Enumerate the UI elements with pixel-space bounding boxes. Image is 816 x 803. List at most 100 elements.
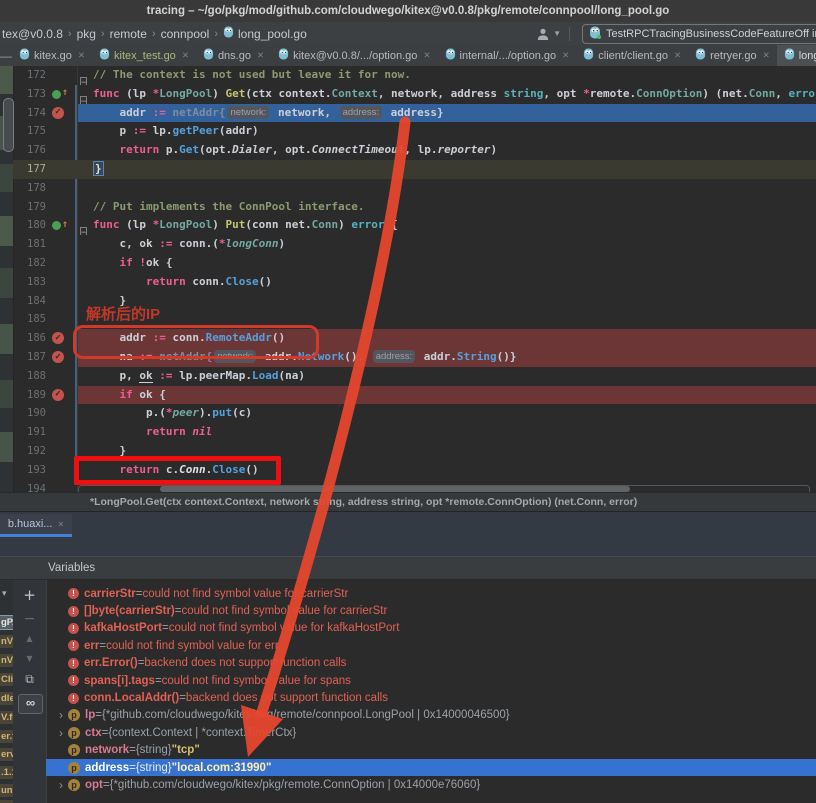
variable-row-err-error-[interactable]: !err.Error() = backend does not support … (46, 655, 816, 672)
frame-item[interactable]: V.fu (0, 711, 14, 724)
line-number[interactable]: 173 (13, 85, 46, 104)
line-number[interactable]: 188 (13, 367, 46, 386)
line-number[interactable]: 175 (13, 122, 46, 141)
frame-item[interactable]: dlel (0, 692, 14, 705)
close-icon[interactable]: ✕ (562, 50, 569, 61)
variable-row-err[interactable]: !err = could not find symbol value for e… (46, 637, 816, 654)
variable-row-conn-localaddr-[interactable]: !conn.LocalAddr() = backend does not sup… (46, 689, 816, 706)
watch-glasses-icon[interactable]: ∞ (18, 694, 43, 714)
line-number[interactable]: 186 (13, 329, 46, 348)
frame-item[interactable]: nV (0, 635, 14, 648)
variable-row-address[interactable]: paddress = {string} "local.com:31990" (46, 759, 816, 776)
close-icon[interactable]: ✕ (423, 50, 430, 61)
breadcrumb-item[interactable]: connpool (161, 27, 210, 41)
breakpoint-icon[interactable]: ✓ (52, 389, 64, 401)
line-number[interactable]: 176 (13, 141, 46, 160)
line-number[interactable]: 191 (13, 423, 46, 442)
breadcrumb-item[interactable]: remote (110, 27, 147, 41)
editor-tab-client-client-go[interactable]: client/client.go✕ (576, 45, 688, 66)
line-number[interactable]: 187 (13, 348, 46, 367)
expand-chevron-icon[interactable]: › (54, 726, 68, 740)
variable-row-lp[interactable]: ›plp = {*github.com/cloudwego/kitex/pkg/… (46, 707, 816, 724)
close-icon[interactable]: ✕ (78, 50, 85, 61)
code-line[interactable]: 182 if !ok { (0, 254, 816, 273)
breakpoint-icon[interactable]: ✓ (52, 107, 64, 119)
code-line[interactable]: 173↑−func (lp *LongPool) Get(ctx context… (0, 85, 816, 104)
variable-row-ctx[interactable]: ›pctx = {context.Context | *context.Time… (46, 724, 816, 741)
fold-collapse-icon[interactable]: − (80, 221, 87, 235)
frame-item[interactable]: nV (0, 654, 14, 667)
code-line[interactable]: 179// Put implements the ConnPool interf… (0, 198, 816, 217)
line-number[interactable]: 194 (13, 480, 46, 492)
line-number[interactable]: 179 (13, 198, 46, 217)
remove-watch-button[interactable]: − (13, 611, 46, 627)
implements-gutter-icon[interactable]: ↑ (52, 219, 68, 230)
breadcrumb-item[interactable]: tex@v0.0.8 (2, 27, 63, 41)
frame-item[interactable]: er.f (0, 730, 14, 743)
code-line[interactable]: 180↑−func (lp *LongPool) Put(conn net.Co… (0, 216, 816, 235)
run-configuration-selector[interactable]: TestRPCTracingBusinessCodeFeatureOff in … (582, 24, 816, 44)
editor-tab-kitex-v0-0-8-option-go[interactable]: kitex@v0.0.8/.../option.go✕ (271, 45, 437, 66)
line-number[interactable]: 184 (13, 292, 46, 311)
code-line[interactable]: 183 return conn.Close() (0, 273, 816, 292)
chevron-down-icon[interactable]: ▼ (553, 29, 561, 38)
editor-tab-internal-option-go[interactable]: internal/.../option.go✕ (438, 45, 577, 66)
frame-item[interactable]: Clie (0, 673, 14, 686)
frames-strip[interactable]: ▾ gP..nVnVCliedlelV.fuer.ferv.1.1uncunc (0, 580, 14, 803)
debugger-session-tab[interactable]: b.huaxi... ✕ (0, 514, 72, 534)
line-number[interactable]: 190 (13, 404, 46, 423)
variable-row-kafkahostport[interactable]: !kafkaHostPort = could not find symbol v… (46, 620, 816, 637)
line-number[interactable]: 180 (13, 216, 46, 235)
frame-item[interactable]: erv (0, 748, 14, 761)
line-number[interactable]: 182 (13, 254, 46, 273)
variable-row-network[interactable]: pnetwork = {string} "tcp" (46, 742, 816, 759)
close-icon[interactable]: ✕ (763, 50, 770, 61)
breakpoint-icon[interactable]: ✓ (52, 351, 64, 363)
frame-item[interactable]: unc (0, 784, 14, 797)
move-up-button[interactable]: ▲ (13, 634, 46, 643)
editor-tab-kitex-test-go[interactable]: kitex_test.go✕ (92, 45, 196, 66)
expand-chevron-icon[interactable]: › (54, 778, 68, 792)
line-number[interactable]: 177 (13, 160, 46, 179)
code-line[interactable]: 188 p, ok := lp.peerMap.Load(na) (0, 367, 816, 386)
code-line[interactable]: 172−// The context is not used but leave… (0, 66, 816, 85)
code-editor[interactable]: 172−// The context is not used but leave… (0, 66, 816, 492)
breadcrumb-file[interactable]: long_pool.go (223, 26, 307, 41)
copy-icon[interactable]: ⧉ (13, 672, 46, 687)
line-number[interactable]: 178 (13, 179, 46, 198)
frame-item[interactable]: gP.. (0, 616, 14, 629)
add-watch-button[interactable]: + (13, 586, 46, 604)
implements-gutter-icon[interactable]: ↑ (52, 88, 68, 99)
breakpoint-icon[interactable]: ✓ (52, 332, 64, 344)
move-down-button[interactable]: ▼ (13, 654, 46, 663)
line-number[interactable]: 172 (13, 66, 46, 85)
frame-item[interactable]: .1.1 (0, 766, 14, 779)
code-line[interactable]: 178 (0, 179, 816, 198)
variable-row-opt[interactable]: ›popt = {*github.com/cloudwego/kitex/pkg… (46, 776, 816, 793)
variable-row--byte-carrierstr-[interactable]: ![]byte(carrierStr) = could not find sym… (46, 602, 816, 619)
editor-tab-dns-go[interactable]: dns.go✕ (196, 45, 271, 66)
chevron-down-icon[interactable]: ▾ (2, 588, 7, 599)
editor-tab-retryer-go[interactable]: retryer.go✕ (688, 45, 777, 66)
line-number[interactable]: 189 (13, 386, 46, 405)
fold-collapse-icon[interactable]: − (80, 71, 87, 85)
code-line[interactable]: 176 return p.Get(opt.Dialer, opt.Connect… (0, 141, 816, 160)
code-line[interactable]: 181 c, ok := conn.(*longConn) (0, 235, 816, 254)
code-line[interactable]: 174✓ addr := netAddr{network: network, a… (0, 104, 816, 123)
tab-list-menu-icon[interactable]: — (0, 45, 12, 66)
line-number[interactable]: 181 (13, 235, 46, 254)
code-line[interactable]: 191 return nil (0, 423, 816, 442)
fold-collapse-icon[interactable]: − (80, 90, 87, 104)
line-number[interactable]: 193 (13, 461, 46, 480)
expand-chevron-icon[interactable]: › (54, 708, 68, 722)
breadcrumb-item[interactable]: pkg (77, 27, 96, 41)
user-icon[interactable] (536, 27, 551, 41)
close-icon[interactable]: ✕ (182, 50, 189, 61)
variable-row-carrierstr[interactable]: !carrierStr = could not find symbol valu… (46, 585, 816, 602)
variable-row-spans-i-tags[interactable]: !spans[i].tags = could not find symbol v… (46, 672, 816, 689)
code-line[interactable]: 177} (0, 160, 816, 179)
close-icon[interactable]: ✕ (674, 50, 681, 61)
line-number[interactable]: 183 (13, 273, 46, 292)
close-icon[interactable]: ✕ (57, 520, 64, 529)
editor-tab-long-pool-go[interactable]: long_pool.go (777, 45, 816, 66)
